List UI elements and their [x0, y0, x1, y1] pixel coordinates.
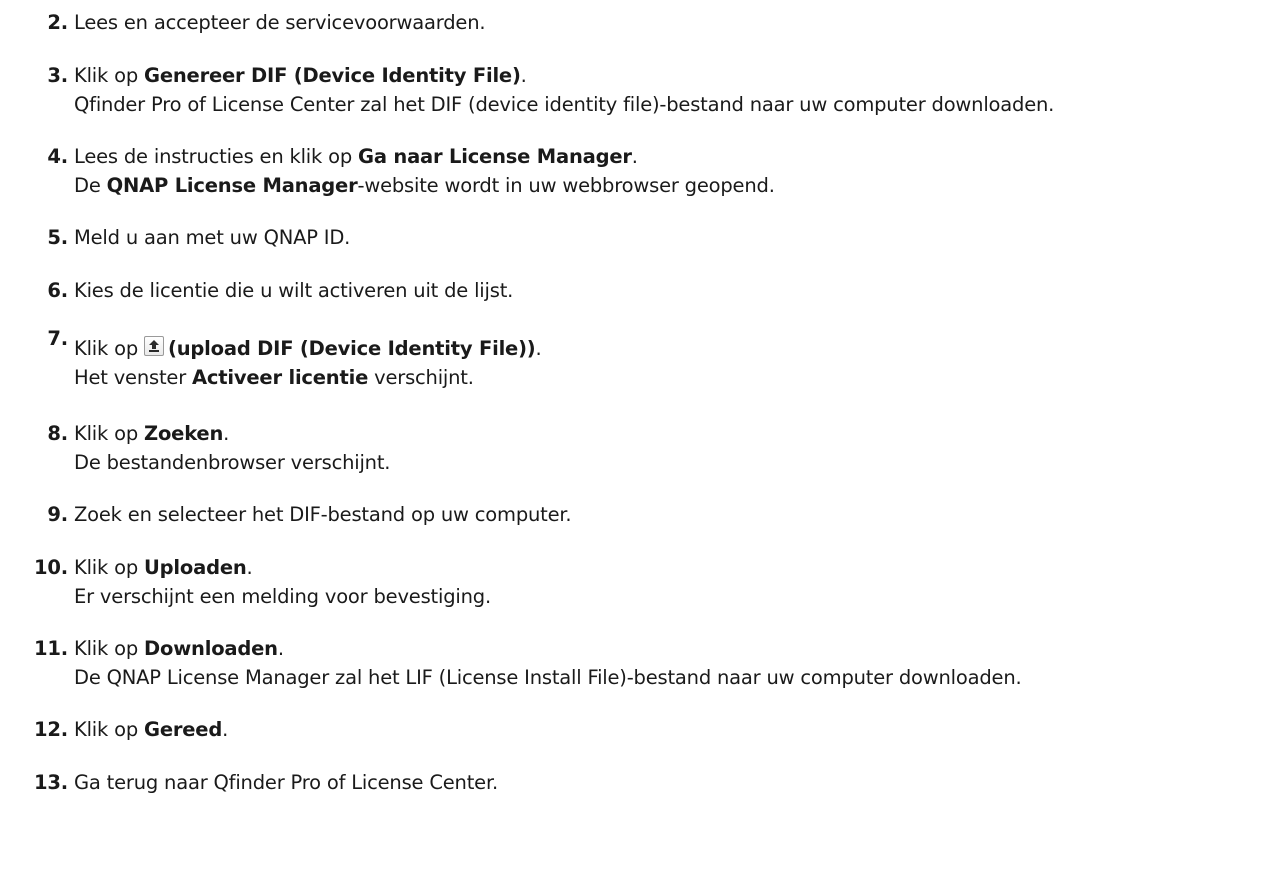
step-line: Klik op (upload DIF (Device Identity Fil…	[74, 334, 542, 363]
step-result: De QNAP License Manager zal het LIF (Lic…	[74, 666, 1022, 689]
step-text-segment: .	[535, 337, 542, 360]
step-number: 9.	[47, 503, 68, 526]
step-line: Lees en accepteer de servicevoorwaarden.	[74, 8, 486, 37]
step-number: 2.	[47, 11, 68, 34]
ui-term: Uploaden	[144, 556, 247, 579]
ui-term: Downloaden	[144, 637, 278, 660]
step-number: 4.	[47, 145, 68, 168]
step-text: Zoek en selecteer het DIF-bestand op uw …	[74, 500, 572, 529]
step-text-segment: Klik op	[74, 422, 145, 445]
step-number: 10.	[34, 556, 68, 579]
step-number: 6.	[47, 279, 68, 302]
step-line: Zoek en selecteer het DIF-bestand op uw …	[74, 500, 572, 529]
step-text-segment: verschijnt.	[368, 366, 474, 389]
step-text: Lees en accepteer de servicevoorwaarden.	[74, 8, 486, 37]
step-text-segment: Klik op	[74, 556, 145, 579]
step-text-segment: Lees en accepteer de servicevoorwaarden.	[74, 11, 486, 34]
step-text-segment: Lees de instructies en klik op	[74, 145, 359, 168]
step-result: De bestandenbrowser verschijnt.	[74, 451, 391, 474]
step-text-segment: Meld u aan met uw QNAP ID.	[74, 226, 351, 249]
ui-term: Genereer DIF (Device Identity File)	[144, 64, 521, 87]
step-text-segment: .	[277, 637, 284, 660]
step-result: Het venster Activeer licentie verschijnt…	[74, 363, 542, 392]
step-text: Ga terug naar Qfinder Pro of License Cen…	[74, 768, 498, 797]
step-text: Klik op Zoeken. De bestandenbrowser vers…	[74, 419, 390, 477]
ui-term: Ga naar License Manager	[358, 145, 632, 168]
step-number: 7.	[47, 327, 68, 350]
step-text: Kies de licentie die u wilt activeren ui…	[74, 276, 513, 305]
step-text-segment: Klik op	[74, 337, 145, 360]
step-text-segment: .	[222, 718, 229, 741]
step-text-segment: Kies de licentie die u wilt activeren ui…	[74, 279, 514, 302]
step-text-segment: .	[223, 422, 230, 445]
ui-term: (upload DIF (Device Identity File))	[168, 337, 536, 360]
step-text: Klik op Downloaden. De QNAP License Mana…	[74, 634, 1022, 692]
step-line: Klik op Downloaden.	[74, 634, 1022, 663]
upload-icon	[144, 336, 165, 356]
step-text-segment: Klik op	[74, 718, 145, 741]
ui-term: QNAP License Manager	[106, 174, 358, 197]
step-text-segment: .	[246, 556, 253, 579]
step-number: 11.	[34, 637, 68, 660]
step-line: Klik op Zoeken.	[74, 419, 390, 448]
step-text-segment: .	[631, 145, 638, 168]
step-text-segment: -website wordt in uw webbrowser geopend.	[357, 174, 775, 197]
step-number: 13.	[34, 771, 68, 794]
step-result: De QNAP License Manager-website wordt in…	[74, 171, 775, 200]
step-text-segment: De	[74, 174, 107, 197]
ui-term: Activeer licentie	[192, 366, 369, 389]
step-number: 5.	[47, 226, 68, 249]
step-line: Meld u aan met uw QNAP ID.	[74, 223, 350, 252]
step-line: Klik op Uploaden.	[74, 553, 491, 582]
step-text-segment: Het venster	[74, 366, 193, 389]
step-line: Lees de instructies en klik op Ga naar L…	[74, 142, 775, 171]
ui-term: Zoeken	[144, 422, 224, 445]
step-line: Klik op Gereed.	[74, 715, 228, 744]
step-result: Qfinder Pro of License Center zal het DI…	[74, 93, 1055, 116]
step-text: Klik op Genereer DIF (Device Identity Fi…	[74, 61, 1054, 119]
step-text-segment: Klik op	[74, 64, 145, 87]
step-text: Klik op (upload DIF (Device Identity Fil…	[74, 334, 542, 392]
step-line: Ga terug naar Qfinder Pro of License Cen…	[74, 768, 498, 797]
step-text-segment: Zoek en selecteer het DIF-bestand op uw …	[74, 503, 572, 526]
step-text: Klik op Gereed.	[74, 715, 228, 744]
step-number: 12.	[34, 718, 68, 741]
step-text-segment: Ga terug naar Qfinder Pro of License Cen…	[74, 771, 498, 794]
step-number: 8.	[47, 422, 68, 445]
step-text: Lees de instructies en klik op Ga naar L…	[74, 142, 775, 200]
step-result: Er verschijnt een melding voor bevestigi…	[74, 585, 491, 608]
step-line: Klik op Genereer DIF (Device Identity Fi…	[74, 61, 1054, 90]
step-text-segment: Klik op	[74, 637, 145, 660]
step-line: Kies de licentie die u wilt activeren ui…	[74, 276, 513, 305]
step-text-segment: .	[520, 64, 527, 87]
step-text: Meld u aan met uw QNAP ID.	[74, 223, 350, 252]
step-number: 3.	[47, 64, 68, 87]
ui-term: Gereed	[144, 718, 223, 741]
step-text: Klik op Uploaden. Er verschijnt een meld…	[74, 553, 491, 611]
